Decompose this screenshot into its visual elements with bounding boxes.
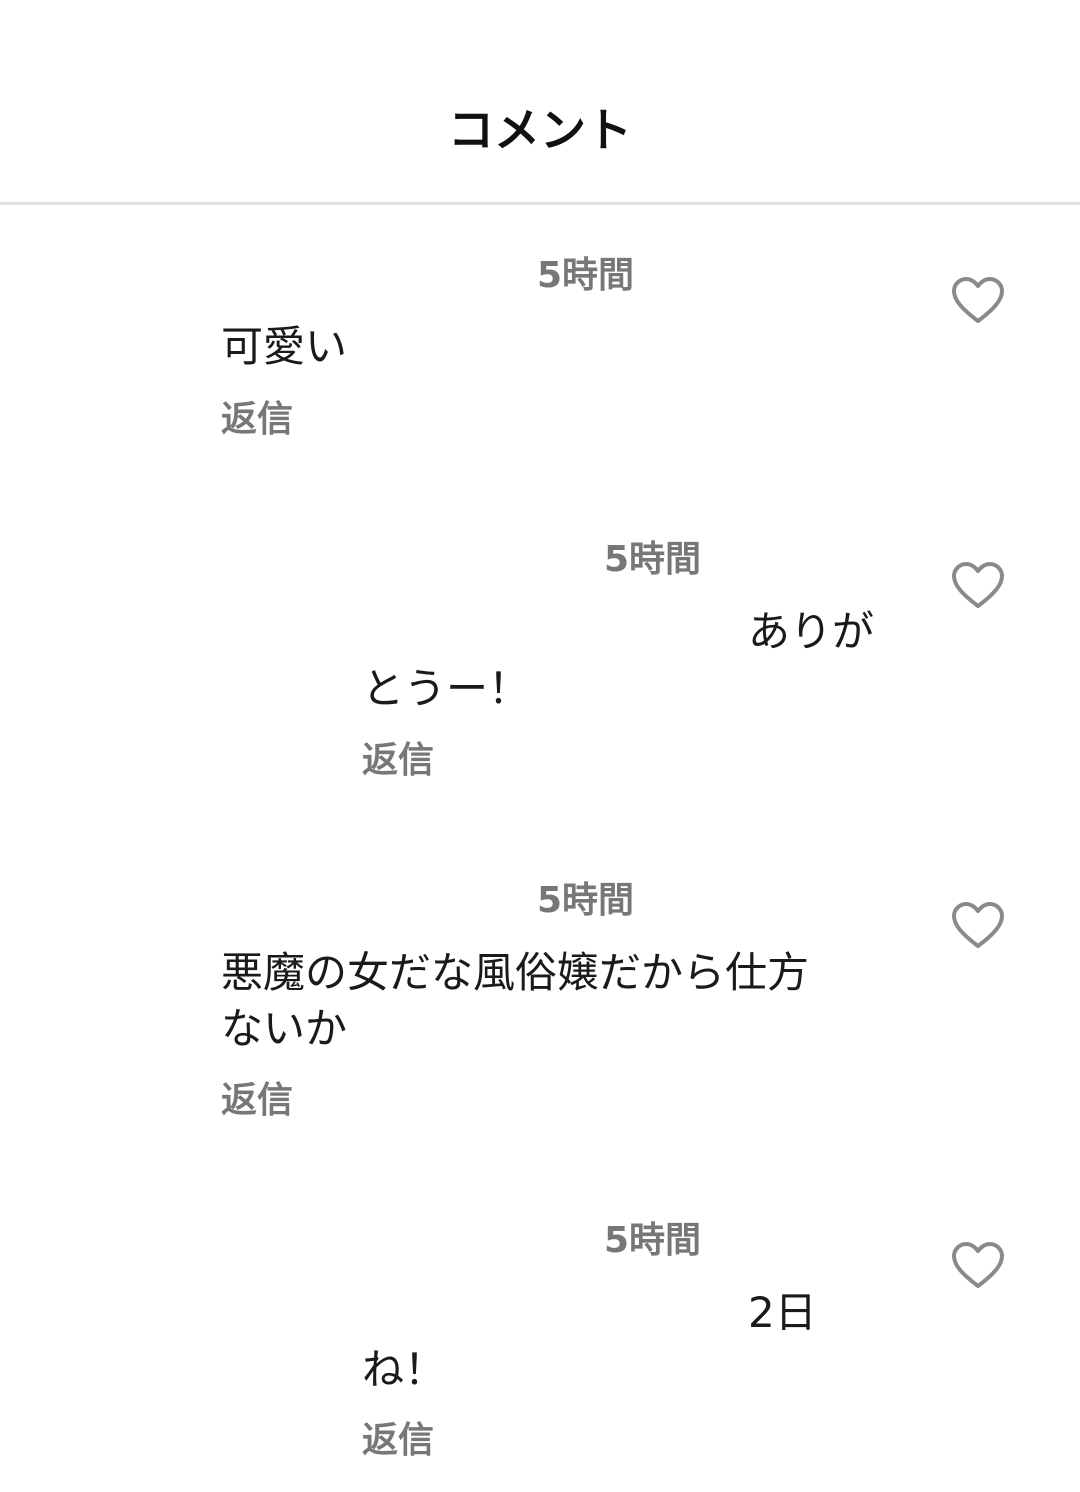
- reply-button[interactable]: 返信: [221, 1079, 293, 1123]
- heart-icon[interactable]: [950, 561, 1006, 611]
- reply-button[interactable]: 返信: [362, 1419, 434, 1463]
- comment-text: 2日: [748, 1288, 817, 1337]
- reply-button[interactable]: 返信: [221, 398, 293, 442]
- page-title: コメント: [448, 103, 632, 157]
- comment-text: ないか: [221, 1004, 348, 1053]
- comment-text: ありが: [748, 607, 875, 656]
- comment-timestamp: 5時間: [537, 255, 635, 296]
- comment-timestamp: 5時間: [604, 1220, 702, 1261]
- comment-timestamp: 5時間: [604, 539, 702, 580]
- comment-text: 悪魔の女だな風俗嬢だから仕方: [221, 948, 810, 997]
- header-bar: コメント: [0, 0, 1080, 205]
- comment-text: ね！: [362, 1345, 447, 1394]
- heart-icon[interactable]: [950, 276, 1006, 326]
- comment-text: 可愛い: [221, 322, 348, 371]
- heart-icon[interactable]: [950, 1241, 1006, 1291]
- comment-text: とうー！: [362, 664, 531, 713]
- comment-timestamp: 5時間: [537, 880, 635, 921]
- reply-button[interactable]: 返信: [362, 739, 434, 783]
- heart-icon[interactable]: [950, 901, 1006, 951]
